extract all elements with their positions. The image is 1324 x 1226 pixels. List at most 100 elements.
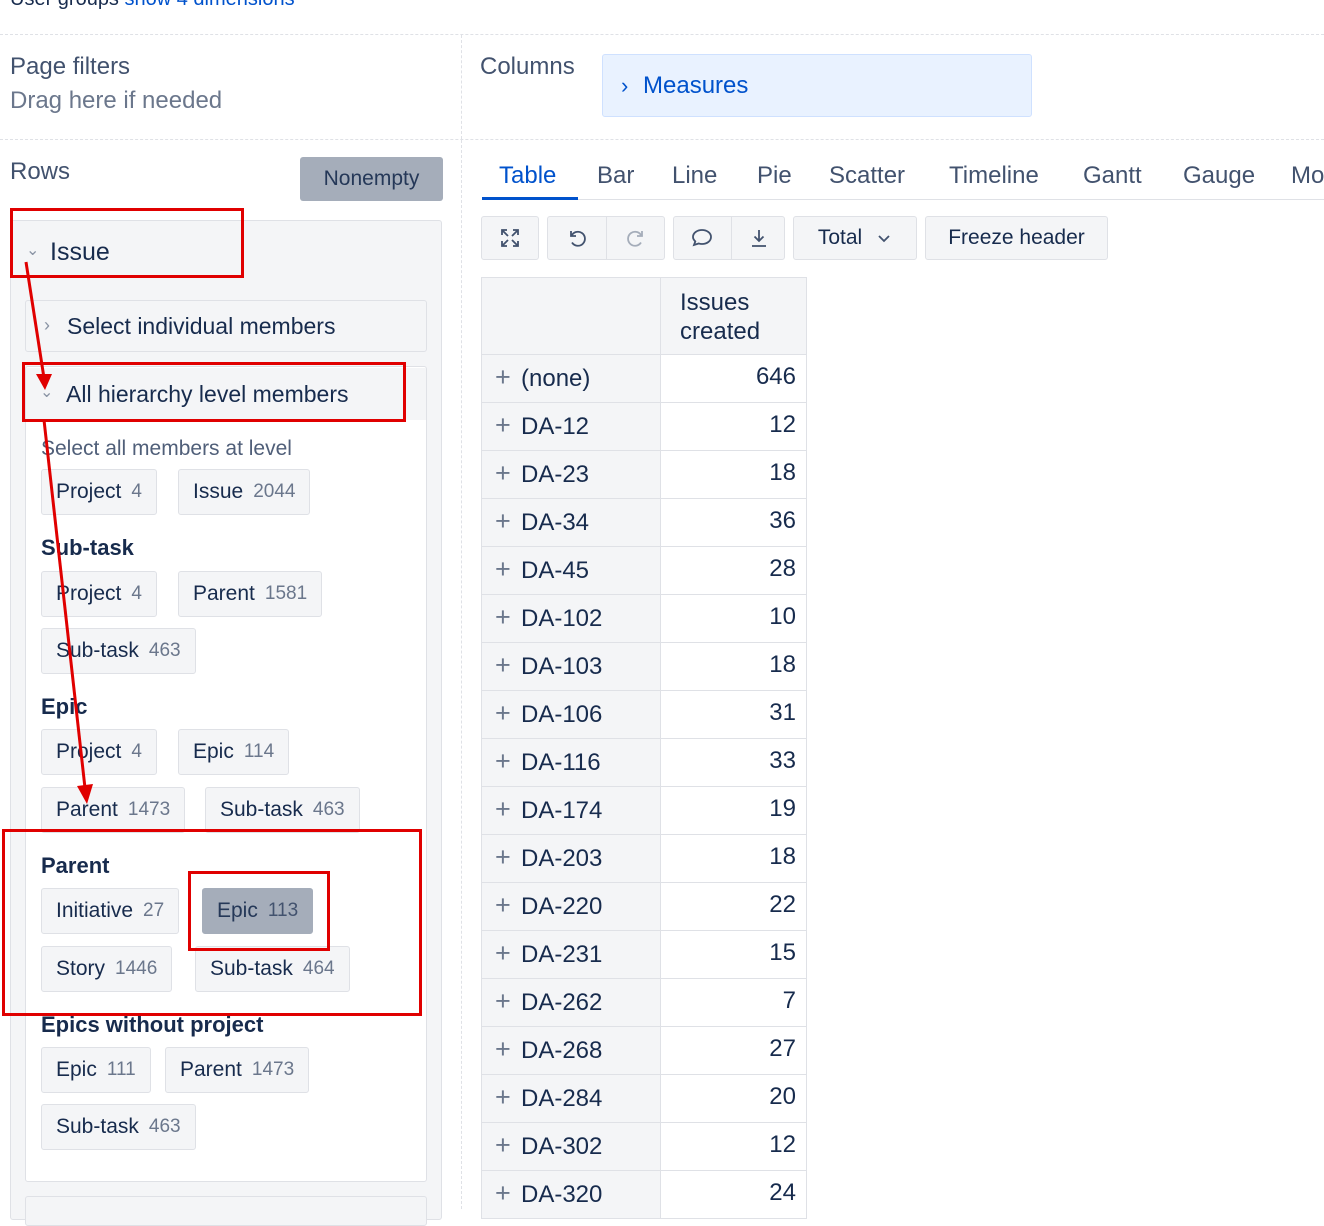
page-filters-drop-zone[interactable]: Drag here if needed xyxy=(10,87,222,115)
value-cell[interactable]: 19 xyxy=(661,787,807,835)
tab-more[interactable]: Mo xyxy=(1291,162,1324,190)
expand-plus-icon[interactable]: + xyxy=(495,1034,511,1065)
row-header-cell[interactable]: + DA-34 xyxy=(481,499,661,547)
value-cell[interactable]: 12 xyxy=(661,403,807,451)
row-header-cell[interactable]: + DA-262 xyxy=(481,979,661,1027)
expand-plus-icon[interactable]: + xyxy=(495,410,511,441)
level-chip[interactable]: Project 4 xyxy=(41,729,157,775)
tab-line[interactable]: Line xyxy=(672,162,717,190)
freeze-header-button[interactable]: Freeze header xyxy=(925,216,1108,260)
expand-icon xyxy=(501,229,519,247)
tab-pie[interactable]: Pie xyxy=(757,162,792,190)
table-row: + DA-320 24 xyxy=(481,1171,807,1219)
level-chip[interactable]: Parent 1473 xyxy=(165,1047,310,1093)
expand-plus-icon[interactable]: + xyxy=(495,650,511,681)
value-cell[interactable]: 18 xyxy=(661,643,807,691)
row-header-cell[interactable]: + DA-106 xyxy=(481,691,661,739)
row-header-cell[interactable]: + DA-203 xyxy=(481,835,661,883)
expand-plus-icon[interactable]: + xyxy=(495,842,511,873)
row-value: 10 xyxy=(769,603,796,630)
value-cell[interactable]: 10 xyxy=(661,595,807,643)
level-chip[interactable]: Sub-task 463 xyxy=(41,1104,196,1150)
select-individual-members-label: Select individual members xyxy=(67,313,336,339)
value-cell[interactable]: 7 xyxy=(661,979,807,1027)
columns-title: Columns xyxy=(480,53,575,80)
expand-plus-icon[interactable]: + xyxy=(495,554,511,585)
level-chip[interactable]: Parent 1581 xyxy=(178,571,323,617)
value-cell[interactable]: 22 xyxy=(661,883,807,931)
expand-plus-icon[interactable]: + xyxy=(495,506,511,537)
row-header-cell[interactable]: + DA-302 xyxy=(481,1123,661,1171)
select-individual-members[interactable]: › Select individual members xyxy=(25,300,427,352)
expand-plus-icon[interactable]: + xyxy=(495,602,511,633)
value-cell[interactable]: 33 xyxy=(661,739,807,787)
expand-plus-icon[interactable]: + xyxy=(495,986,511,1017)
row-header-cell[interactable]: + DA-268 xyxy=(481,1027,661,1075)
active-tab-indicator xyxy=(482,197,578,200)
undo-button[interactable] xyxy=(547,216,606,260)
level-chip[interactable]: Project 4 xyxy=(41,571,157,617)
value-cell[interactable]: 12 xyxy=(661,1123,807,1171)
download-button[interactable] xyxy=(732,216,785,260)
row-header-cell[interactable]: + DA-174 xyxy=(481,787,661,835)
value-cell[interactable]: 27 xyxy=(661,1027,807,1075)
value-cell[interactable]: 646 xyxy=(661,355,807,403)
level-chip[interactable]: Epic 111 xyxy=(41,1047,151,1093)
expand-plus-icon[interactable]: + xyxy=(495,890,511,921)
expand-plus-icon[interactable]: + xyxy=(495,794,511,825)
row-header-cell[interactable]: + DA-231 xyxy=(481,931,661,979)
value-cell[interactable]: 20 xyxy=(661,1075,807,1123)
comment-icon xyxy=(692,229,712,247)
column-header-issues-created[interactable]: Issues created xyxy=(661,277,807,355)
nonempty-button[interactable]: Nonempty xyxy=(300,157,443,201)
level-chip[interactable]: Parent 1473 xyxy=(41,787,186,833)
total-dropdown[interactable]: Total xyxy=(793,216,917,260)
expand-plus-icon[interactable]: + xyxy=(495,1178,511,1209)
row-header-cell[interactable]: + DA-102 xyxy=(481,595,661,643)
fullscreen-button[interactable] xyxy=(481,216,539,260)
chevron-down-icon xyxy=(878,235,890,243)
measures-dimension[interactable]: › Measures xyxy=(602,54,1032,117)
value-cell[interactable]: 36 xyxy=(661,499,807,547)
chip-count: 114 xyxy=(243,741,275,762)
row-key: DA-174 xyxy=(521,797,603,824)
row-header-cell[interactable]: + DA-284 xyxy=(481,1075,661,1123)
expand-plus-icon[interactable]: + xyxy=(495,458,511,489)
next-dimension-panel[interactable] xyxy=(25,1196,427,1226)
comment-button[interactable] xyxy=(673,216,731,260)
value-cell[interactable]: 18 xyxy=(661,835,807,883)
level-chip[interactable]: Sub-task 463 xyxy=(41,628,196,674)
row-header-cell[interactable]: + DA-103 xyxy=(481,643,661,691)
expand-plus-icon[interactable]: + xyxy=(495,698,511,729)
tab-gantt[interactable]: Gantt xyxy=(1083,162,1142,190)
redo-button[interactable] xyxy=(607,216,665,260)
row-header-cell[interactable]: + DA-320 xyxy=(481,1171,661,1219)
tab-scatter[interactable]: Scatter xyxy=(829,162,905,190)
value-cell[interactable]: 28 xyxy=(661,547,807,595)
value-cell[interactable]: 15 xyxy=(661,931,807,979)
expand-plus-icon[interactable]: + xyxy=(495,1082,511,1113)
level-chip[interactable]: Project 4 xyxy=(41,469,157,515)
expand-plus-icon[interactable]: + xyxy=(495,1130,511,1161)
tab-timeline[interactable]: Timeline xyxy=(949,162,1039,190)
expand-plus-icon[interactable]: + xyxy=(495,362,511,393)
expand-plus-icon[interactable]: + xyxy=(495,746,511,777)
row-header-cell[interactable]: + (none) xyxy=(481,355,661,403)
row-header-cell[interactable]: + DA-23 xyxy=(481,451,661,499)
level-chip[interactable]: Issue 2044 xyxy=(178,469,311,515)
tab-gauge[interactable]: Gauge xyxy=(1183,162,1255,190)
row-header-cell[interactable]: + DA-45 xyxy=(481,547,661,595)
level-chip[interactable]: Epic 114 xyxy=(178,729,290,775)
row-header-cell[interactable]: + DA-116 xyxy=(481,739,661,787)
value-cell[interactable]: 24 xyxy=(661,1171,807,1219)
tab-bar[interactable]: Bar xyxy=(597,162,634,190)
value-cell[interactable]: 18 xyxy=(661,451,807,499)
chip-name: Parent xyxy=(180,1058,242,1081)
tab-table[interactable]: Table xyxy=(499,162,556,190)
row-header-cell[interactable]: + DA-12 xyxy=(481,403,661,451)
show-dimensions-link[interactable]: show 4 dimensions xyxy=(125,0,295,10)
level-chip[interactable]: Sub-task 463 xyxy=(205,787,360,833)
row-header-cell[interactable]: + DA-220 xyxy=(481,883,661,931)
value-cell[interactable]: 31 xyxy=(661,691,807,739)
expand-plus-icon[interactable]: + xyxy=(495,938,511,969)
